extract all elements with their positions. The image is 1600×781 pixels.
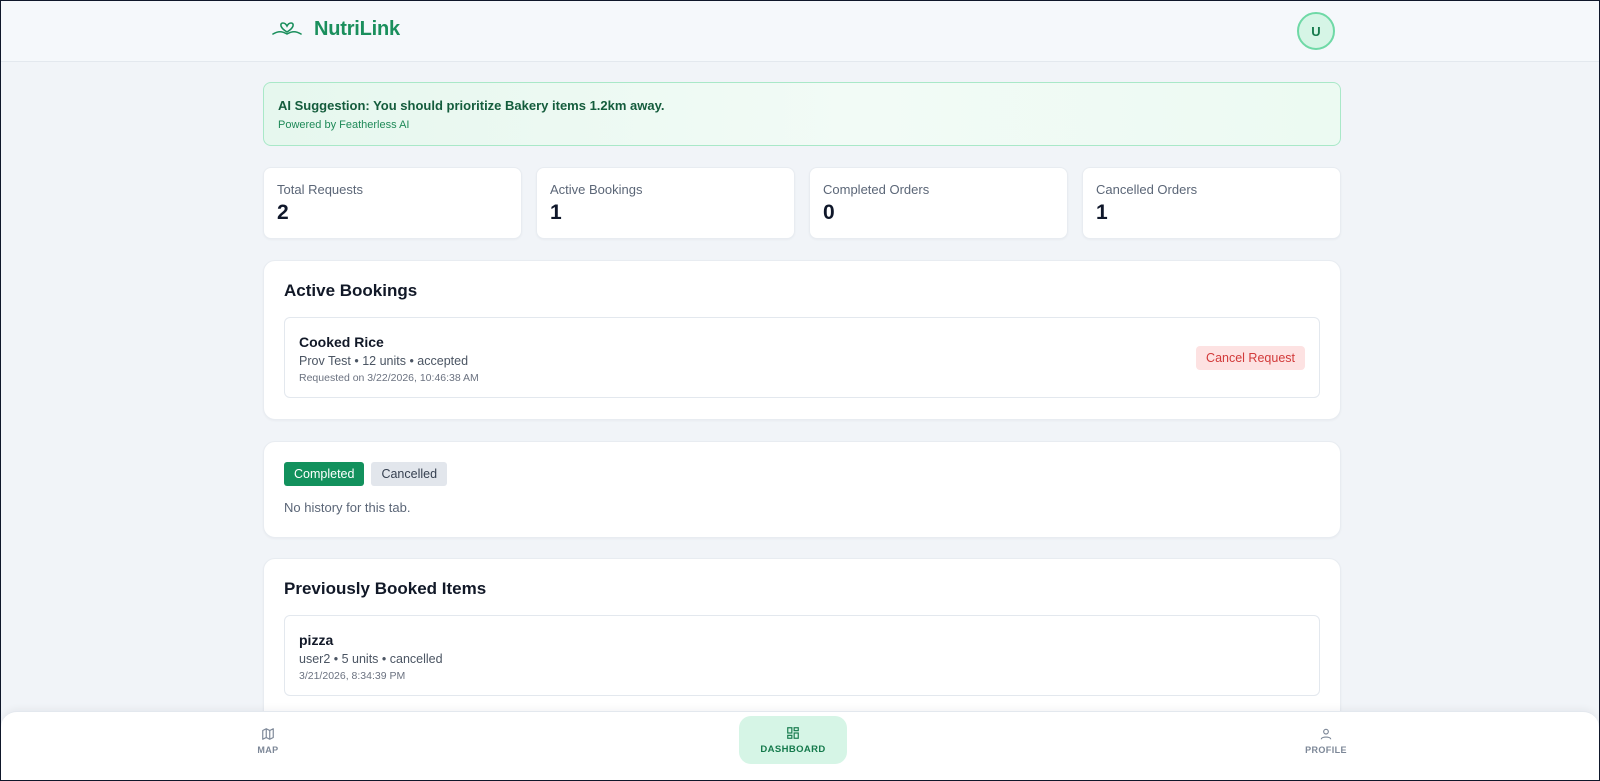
stat-label: Total Requests (277, 182, 363, 197)
brand[interactable]: NutriLink (272, 17, 400, 41)
stat-value: 0 (823, 201, 835, 224)
nav-dashboard[interactable]: DASHBOARD (739, 716, 847, 764)
previous-item-name: pizza (299, 632, 334, 648)
history-empty-text: No history for this tab. (284, 500, 411, 515)
stat-active-bookings: Active Bookings 1 (536, 167, 795, 239)
stat-label: Active Bookings (550, 182, 643, 197)
bottom-nav: MAP DASHBOARD PROFILE (1, 711, 1599, 780)
list-item: pizza user2 • 5 units • cancelled 3/21/2… (284, 615, 1320, 696)
stat-value: 2 (277, 201, 289, 224)
active-bookings-card: Active Bookings Cooked Rice Prov Test • … (263, 260, 1341, 420)
stat-label: Completed Orders (823, 182, 930, 197)
nav-map-label: MAP (257, 745, 279, 755)
stat-cancelled-orders: Cancelled Orders 1 (1082, 167, 1341, 239)
previous-item-time: 3/21/2026, 8:34:39 PM (299, 670, 406, 682)
booking-item-meta: Prov Test • 12 units • accepted (299, 354, 469, 368)
active-bookings-title: Active Bookings (284, 281, 418, 300)
booking-item-time: Requested on 3/22/2026, 10:46:38 AM (299, 372, 479, 384)
top-header: NutriLink U (1, 1, 1599, 62)
history-tabs: Completed Cancelled (284, 462, 1320, 486)
tab-completed[interactable]: Completed (284, 462, 365, 486)
stat-total-requests: Total Requests 2 (263, 167, 522, 239)
map-icon (262, 728, 274, 740)
ai-suggestion-banner: AI Suggestion: You should prioritize Bak… (263, 82, 1341, 146)
stat-label: Cancelled Orders (1096, 182, 1198, 197)
brand-name: NutriLink (314, 17, 400, 40)
user-icon (1320, 728, 1332, 740)
previously-booked-title: Previously Booked Items (284, 579, 487, 598)
booking-item: Cooked Rice Prov Test • 12 units • accep… (284, 317, 1320, 398)
nav-map[interactable]: MAP (248, 724, 288, 758)
nav-profile-label: PROFILE (1305, 745, 1347, 755)
stat-completed-orders: Completed Orders 0 (809, 167, 1068, 239)
app-frame: NutriLink U AI Suggestion: You should pr… (0, 0, 1600, 781)
user-avatar[interactable]: U (1297, 12, 1335, 50)
nav-profile[interactable]: PROFILE (1305, 724, 1347, 758)
previous-item-meta: user2 • 5 units • cancelled (299, 652, 443, 666)
booking-item-name: Cooked Rice (299, 334, 384, 350)
dashboard-icon (787, 726, 799, 739)
cancel-request-button[interactable]: Cancel Request (1196, 346, 1305, 370)
ai-suggestion-title: AI Suggestion: You should prioritize Bak… (278, 98, 665, 113)
history-card: Completed Cancelled No history for this … (263, 441, 1341, 538)
stats-row: Total Requests 2 Active Bookings 1 Compl… (263, 167, 1341, 239)
stat-value: 1 (550, 201, 562, 224)
ai-powered-by: Powered by Featherless AI (278, 119, 410, 131)
tab-cancelled[interactable]: Cancelled (371, 462, 448, 486)
nav-dashboard-label: DASHBOARD (760, 743, 826, 755)
heart-hands-logo-icon (272, 22, 302, 35)
stat-value: 1 (1096, 201, 1108, 224)
